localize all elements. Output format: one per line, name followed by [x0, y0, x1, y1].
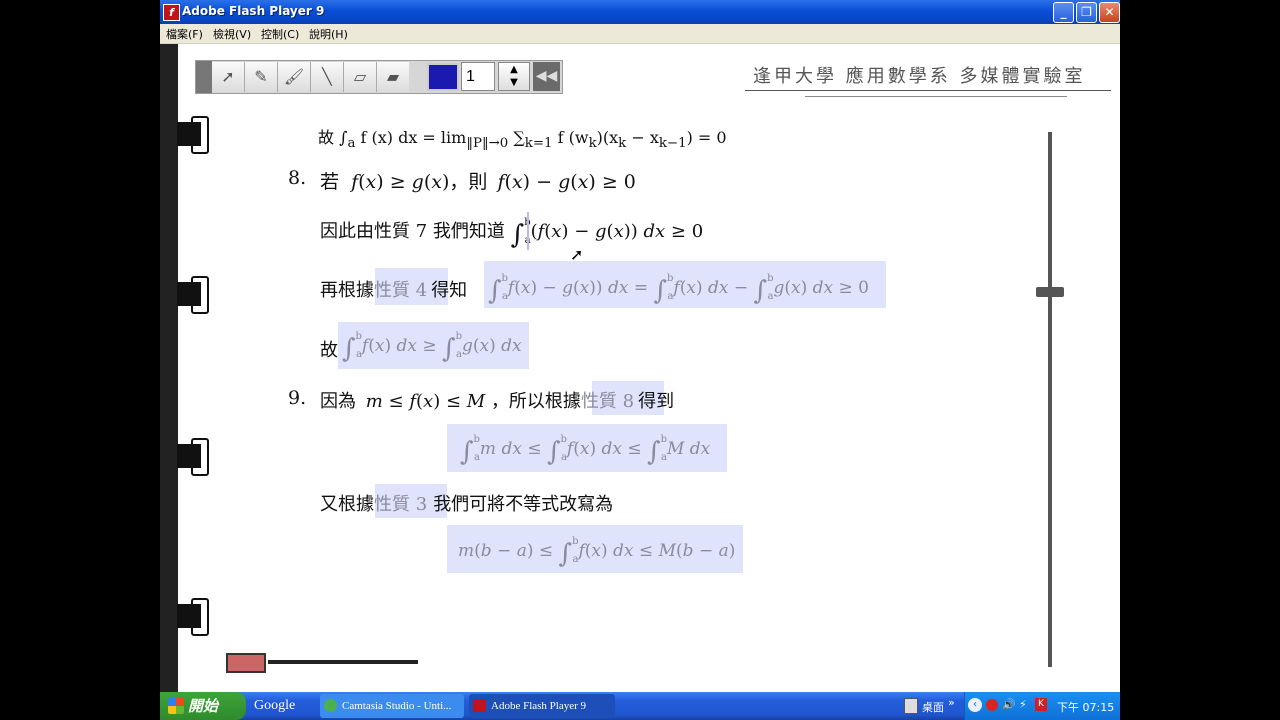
math-formula: ∫baf(x) − g(x)) dx = ∫baf(x) dx − ∫bag(x…	[488, 273, 869, 306]
task-flash-player[interactable]: Adobe Flash Player 9	[469, 694, 615, 718]
flash-icon: f	[163, 4, 180, 21]
window-title: Adobe Flash Player 9	[182, 4, 325, 18]
flash-icon	[473, 699, 486, 712]
header-divider	[745, 90, 1111, 91]
windows-logo-icon	[168, 698, 184, 714]
math-line: 若 f(x) ≥ g(x)，則 f(x) − g(x) ≥ 0	[320, 171, 636, 193]
pen-color-picker[interactable]	[427, 63, 459, 91]
binder-ring-icon	[177, 438, 209, 476]
pencil-icon[interactable]: ✎	[245, 62, 278, 92]
section-icon	[226, 653, 266, 673]
start-button[interactable]: 開始	[160, 692, 246, 720]
item-number: 9.	[288, 387, 307, 409]
partial-formula: 故 ∫a f (x) dx = lim‖P‖→0 ∑k=1 f (wk)(xk …	[318, 128, 727, 152]
text-segment: 我們可將不等式改寫為	[433, 494, 614, 515]
math-line: 故	[320, 336, 338, 362]
text-segment: 故	[320, 340, 338, 361]
start-label: 開始	[188, 697, 219, 715]
menu-bar: 檔案(F) 檢視(V) 控制(C) 說明(H)	[160, 24, 1120, 44]
text-segment: 得到	[638, 391, 675, 412]
math-line: 又根據性質 3 我們可將不等式改寫為	[320, 490, 613, 516]
desktop-toolbar-label[interactable]: 桌面	[922, 699, 944, 715]
text-segment: 因此由性質 7 我們知道	[320, 221, 505, 242]
left-margin-strip	[160, 44, 178, 692]
taskbar: 開始 Google Camtasia Studio - Unti... Adob…	[160, 692, 1120, 720]
maximize-button[interactable]: ❐	[1076, 2, 1097, 23]
camtasia-icon	[324, 699, 337, 712]
task-label: Adobe Flash Player 9	[491, 700, 587, 712]
property-reference: 性質 4	[374, 280, 428, 301]
volume-icon[interactable]: 🔊	[1002, 698, 1016, 711]
property-reference: 性質 3	[374, 494, 428, 515]
page-slider-track[interactable]	[1048, 132, 1052, 667]
header-title: 逢甲大學 應用數學系 多媒體實驗室	[753, 66, 1086, 87]
property-reference: 性質 8	[580, 391, 635, 412]
clear-eraser-icon[interactable]: ▰	[377, 62, 409, 92]
drawing-toolbar: ➚ ✎ 🖌 ╲ ▱ ▰ 1 ▲ ▼ ◀◀	[195, 60, 563, 94]
toolbar-grip[interactable]	[196, 61, 212, 93]
record-icon[interactable]	[986, 699, 998, 711]
math-line: 因此由性質 7 我們知道 ∫ba(f(x) − g(x)) dx ≥ 0	[320, 217, 704, 250]
binder-ring-icon	[177, 116, 209, 154]
header-divider	[805, 96, 1067, 97]
math-formula: ∫baf(x) dx ≥ ∫bag(x) dx	[342, 331, 522, 364]
menu-help[interactable]: 說明(H)	[309, 26, 348, 42]
pen-size-input[interactable]: 1	[461, 62, 495, 91]
title-bar[interactable]: f Adobe Flash Player 9 _ ❐ ✕	[160, 0, 1120, 24]
menu-file[interactable]: 檔案(F)	[166, 26, 203, 42]
close-button[interactable]: ✕	[1099, 2, 1120, 23]
flash-player-window: f Adobe Flash Player 9 _ ❐ ✕ 檔案(F) 檢視(V)…	[160, 0, 1120, 720]
text-segment: ，所以根據	[490, 391, 581, 412]
text-segment: 得知	[431, 280, 468, 301]
pointer-icon[interactable]: ➚	[212, 62, 245, 92]
kaspersky-icon[interactable]: K	[1035, 698, 1047, 711]
binder-ring-icon	[177, 598, 209, 636]
item-number: 8.	[288, 167, 307, 189]
task-label: Camtasia Studio - Unti...	[342, 700, 452, 712]
clock[interactable]: 下午 07:15	[1057, 699, 1114, 715]
eraser-icon[interactable]: ▱	[344, 62, 377, 92]
line-icon[interactable]: ╲	[311, 62, 344, 92]
chevron-right-icon[interactable]: »	[948, 696, 955, 709]
google-toolbar[interactable]: Google	[254, 695, 306, 717]
math-line: 再根據性質 4 得知	[320, 276, 467, 302]
rewind-button[interactable]: ◀◀	[533, 62, 560, 91]
menu-view[interactable]: 檢視(V)	[213, 26, 251, 42]
page-slider-thumb[interactable]	[1036, 287, 1064, 297]
math-formula: ∫bam dx ≤ ∫baf(x) dx ≤ ∫baM dx	[460, 434, 711, 467]
brush-icon[interactable]: 🖌	[278, 62, 311, 92]
binder-ring-icon	[177, 276, 209, 314]
network-icon[interactable]: ⚡	[1019, 698, 1027, 711]
text-segment: ，則	[449, 171, 488, 193]
text-cursor	[527, 212, 529, 250]
pen-size-stepper[interactable]: ▲ ▼	[498, 62, 530, 91]
minimize-button[interactable]: _	[1053, 2, 1074, 23]
math-formula: m(b − a) ≤ ∫baf(x) dx ≤ M(b − a)	[458, 536, 736, 569]
text-segment: 又根據	[320, 494, 374, 515]
math-line: 因為 m ≤ f(x) ≤ M ，所以根據性質 8 得到	[320, 391, 675, 412]
text-segment: 因為	[320, 391, 356, 412]
system-tray: ‹ 🔊 ⚡ K 下午 07:15	[964, 692, 1120, 720]
text-segment: 再根據	[320, 280, 374, 301]
tray-expand-icon[interactable]: ‹	[968, 698, 982, 712]
text-segment: 若	[320, 171, 340, 193]
desktop-icon[interactable]	[904, 698, 918, 714]
task-camtasia[interactable]: Camtasia Studio - Unti...	[320, 694, 464, 718]
section-heading-partial	[268, 660, 418, 674]
menu-control[interactable]: 控制(C)	[261, 26, 299, 42]
